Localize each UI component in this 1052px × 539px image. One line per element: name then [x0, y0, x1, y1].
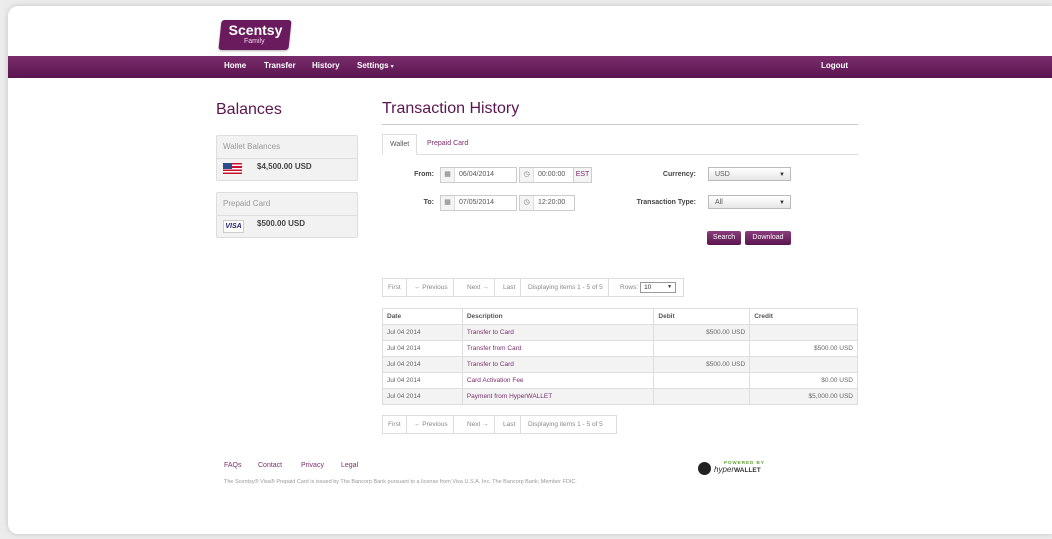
pager-info: Displaying items 1 - 5 of 5 [528, 421, 603, 428]
divider [382, 124, 858, 125]
transaction-type-select[interactable]: All ▼ [708, 195, 791, 209]
table-row: Jul 04 2014 Card Activation Fee $0.00 US… [382, 372, 858, 389]
description-link[interactable]: Payment from HyperWALLET [461, 388, 655, 405]
column-header-credit[interactable]: Credit [749, 308, 858, 325]
pager-top: First ← Previous Next → Last Displaying … [382, 278, 684, 297]
hyperwallet-wordmark: hyperWALLET [714, 465, 761, 474]
nav-history[interactable]: History [312, 61, 340, 70]
calendar-icon: ▦ [441, 168, 455, 182]
dropdown-arrow-icon: ▼ [779, 200, 785, 206]
nav-home[interactable]: Home [224, 61, 246, 70]
dropdown-arrow-icon: ▼ [667, 283, 673, 290]
date-cell: Jul 04 2014 [382, 356, 463, 373]
pager-previous-button[interactable]: ← Previous [409, 279, 454, 296]
footer-link-privacy[interactable]: Privacy [301, 462, 324, 469]
tab-bar: Wallet Prepaid Card [382, 134, 858, 155]
search-button[interactable]: Search [707, 231, 741, 245]
column-header-debit[interactable]: Debit [653, 308, 751, 325]
date-cell: Jul 04 2014 [382, 340, 463, 357]
debit-cell: $500.00 USD [653, 324, 751, 341]
debit-cell [653, 388, 751, 405]
to-time-field[interactable]: ◷ 12:20:00 [519, 195, 575, 211]
column-header-description[interactable]: Description [461, 308, 655, 325]
footer-disclaimer: The Scentsy® Visa® Prepaid Card is issue… [224, 479, 577, 485]
scentsy-logo[interactable]: Scentsy Family [218, 20, 292, 50]
pager-bottom: First ← Previous Next → Last Displaying … [382, 415, 617, 434]
from-date-field[interactable]: ▦ 06/04/2014 [440, 167, 517, 183]
date-cell: Jul 04 2014 [382, 324, 463, 341]
visa-card-icon: VISA [223, 220, 244, 233]
dropdown-arrow-icon: ▼ [779, 172, 785, 178]
date-cell: Jul 04 2014 [382, 388, 463, 405]
tab-prepaid-card[interactable]: Prepaid Card [420, 134, 475, 153]
footer-link-contact[interactable]: Contact [258, 462, 282, 469]
clock-icon: ◷ [520, 196, 534, 210]
chevron-down-icon: ▾ [390, 64, 394, 70]
debit-cell: $500.00 USD [653, 356, 751, 373]
currency-label: Currency: [662, 171, 696, 178]
prepaid-card-amount: $500.00 USD [257, 219, 306, 228]
clock-icon: ◷ [520, 168, 534, 182]
download-button[interactable]: Download [745, 231, 791, 245]
currency-select[interactable]: USD ▼ [708, 167, 791, 181]
table-row: Jul 04 2014 Transfer from Card $500.00 U… [382, 340, 858, 357]
tab-wallet[interactable]: Wallet [382, 134, 418, 155]
pager-previous-button[interactable]: ← Previous [409, 416, 454, 433]
wallet-balance-amount: $4,500.00 USD [257, 162, 312, 171]
to-date-field[interactable]: ▦ 07/05/2014 [440, 195, 517, 211]
pager-info: Displaying items 1 - 5 of 5 [523, 279, 609, 296]
pager-next-button[interactable]: Next → [462, 416, 495, 433]
column-header-date[interactable]: Date [382, 308, 463, 325]
transactions-table: Date Description Debit Credit Jul 04 201… [382, 308, 858, 405]
credit-cell [749, 356, 858, 373]
table-row: Jul 04 2014 Transfer to Card $500.00 USD [382, 356, 858, 373]
credit-cell: $5,000.00 USD [749, 388, 858, 405]
us-flag-icon [223, 163, 242, 174]
debit-cell [653, 372, 751, 389]
wallet-balance-panel: Wallet Balances $4,500.00 USD [216, 135, 358, 181]
from-time-field[interactable]: ◷ 00:00:00 [519, 167, 575, 183]
page-title: Transaction History [382, 100, 520, 117]
from-label: From: [414, 171, 434, 178]
to-label: To: [423, 199, 434, 206]
nav-transfer[interactable]: Transfer [264, 61, 296, 70]
rows-select[interactable]: 10 ▼ [640, 281, 677, 293]
description-link[interactable]: Card Activation Fee [461, 372, 655, 389]
prepaid-card-panel: Prepaid Card VISA $500.00 USD [216, 192, 358, 238]
nav-settings[interactable]: Settings ▾ [357, 61, 394, 70]
rows-per-page: Rows: 10 ▼ [615, 279, 681, 296]
description-link[interactable]: Transfer to Card [461, 324, 655, 341]
table-row: Jul 04 2014 Payment from HyperWALLET $5,… [382, 388, 858, 405]
wallet-balance-label: Wallet Balances [223, 142, 281, 151]
pager-first-button[interactable]: First [383, 416, 407, 433]
transaction-type-label: Transaction Type: [636, 199, 696, 206]
logout-link[interactable]: Logout [821, 61, 848, 70]
hyperwallet-logo: POWERED BY hyperWALLET [698, 460, 773, 478]
date-cell: Jul 04 2014 [382, 372, 463, 389]
balances-heading: Balances [216, 101, 282, 118]
credit-cell [749, 324, 858, 341]
table-header-row: Date Description Debit Credit [382, 308, 858, 325]
description-link[interactable]: Transfer to Card [461, 356, 655, 373]
pager-next-button[interactable]: Next → [462, 279, 495, 296]
app-window: Scentsy Family Home Transfer History Set… [8, 6, 1052, 534]
main-navbar: Home Transfer History Settings ▾ Logout [8, 56, 1052, 78]
pager-last-button[interactable]: Last [498, 416, 522, 433]
calendar-icon: ▦ [441, 196, 455, 210]
credit-cell: $500.00 USD [749, 340, 858, 357]
credit-cell: $0.00 USD [749, 372, 858, 389]
table-row: Jul 04 2014 Transfer to Card $500.00 USD [382, 324, 858, 341]
debit-cell [653, 340, 751, 357]
footer-link-legal[interactable]: Legal [341, 462, 358, 469]
description-link[interactable]: Transfer from Card [461, 340, 655, 357]
timezone-badge: EST [573, 167, 592, 183]
footer-link-faqs[interactable]: FAQs [224, 462, 242, 469]
pager-last-button[interactable]: Last [498, 279, 522, 296]
pager-first-button[interactable]: First [383, 279, 407, 296]
hyperwallet-tree-icon [698, 462, 711, 475]
prepaid-card-label: Prepaid Card [223, 199, 271, 208]
